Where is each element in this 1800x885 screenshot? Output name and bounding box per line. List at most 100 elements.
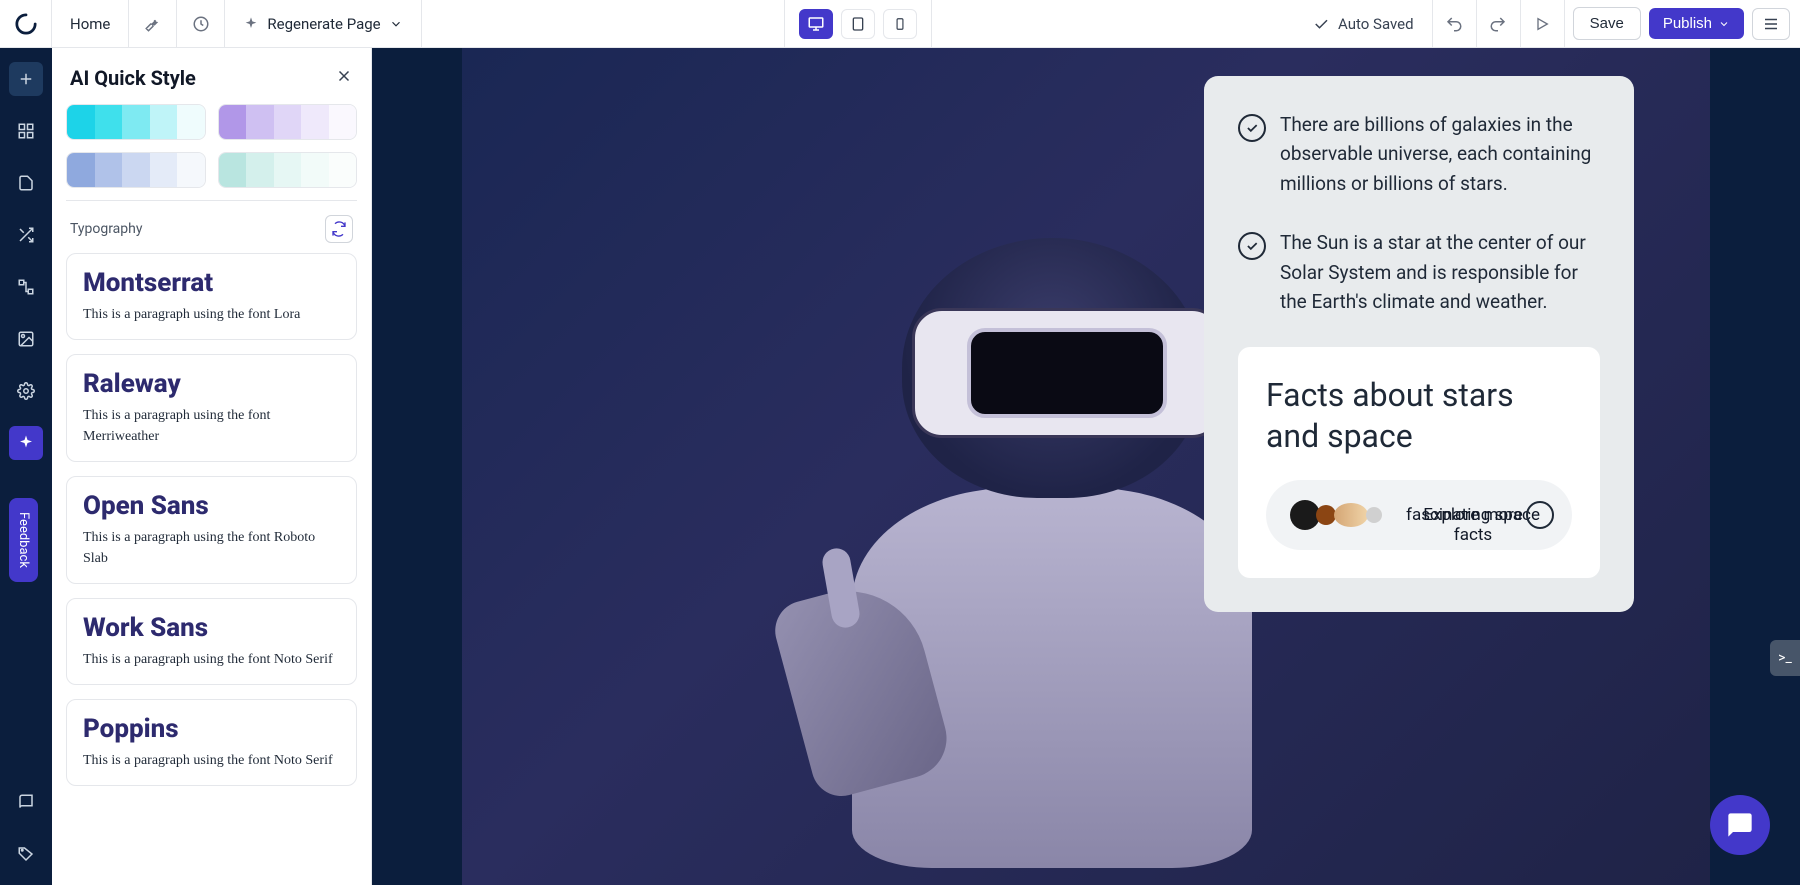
undo-button[interactable] (1433, 0, 1477, 48)
autosaved-indicator: Auto Saved (1294, 0, 1433, 48)
page-icon (17, 174, 35, 192)
chat-button[interactable] (1710, 795, 1770, 855)
left-rail: Feedback (0, 48, 52, 885)
font-sample: This is a paragraph using the font Noto … (83, 750, 340, 771)
media-button[interactable] (9, 322, 43, 356)
code-toggle-button[interactable]: >_ (1770, 640, 1800, 676)
menu-icon (1762, 15, 1780, 33)
ai-style-button[interactable] (9, 426, 43, 460)
font-option[interactable]: Montserrat This is a paragraph using the … (66, 253, 357, 340)
page-canvas[interactable]: There are billions of galaxies in the ob… (462, 48, 1710, 885)
home-button[interactable]: Home (52, 0, 129, 48)
design-button[interactable] (9, 218, 43, 252)
color-palette[interactable] (66, 152, 206, 188)
regenerate-label: Regenerate Page (267, 15, 380, 33)
grid-icon (17, 122, 35, 140)
font-sample: This is a paragraph using the font Robot… (83, 527, 340, 569)
close-icon (335, 67, 353, 85)
pages-button[interactable] (9, 166, 43, 200)
circle-icon (1526, 501, 1554, 529)
refresh-icon (331, 221, 347, 237)
tag-icon (17, 845, 35, 863)
code-icon: >_ (1778, 650, 1792, 666)
color-palette[interactable] (218, 104, 358, 140)
font-name: Montserrat (83, 268, 340, 298)
chat-icon (1726, 811, 1754, 839)
redo-icon (1489, 15, 1507, 33)
wrench-button[interactable] (129, 0, 177, 48)
docs-button[interactable] (9, 785, 43, 819)
color-palette[interactable] (66, 104, 206, 140)
save-button[interactable]: Save (1573, 7, 1641, 40)
app-logo[interactable] (0, 0, 52, 48)
home-label: Home (70, 15, 110, 33)
font-option[interactable]: Open Sans This is a paragraph using the f… (66, 476, 357, 584)
publish-button[interactable]: Publish (1649, 8, 1744, 39)
image-icon (17, 330, 35, 348)
layers-button[interactable] (9, 270, 43, 304)
add-element-button[interactable] (9, 62, 43, 96)
check-icon (1312, 15, 1330, 33)
wrench-icon (144, 15, 162, 33)
tablet-icon (850, 16, 866, 32)
chevron-down-icon (1718, 18, 1730, 30)
regenerate-page-button[interactable]: Regenerate Page (225, 0, 421, 48)
fact-text: The Sun is a star at the center of our S… (1280, 228, 1600, 316)
hero-image (662, 108, 1262, 828)
canvas-area: There are billions of galaxies in the ob… (372, 48, 1800, 885)
shuffle-icon (17, 226, 35, 244)
font-name: Poppins (83, 714, 340, 744)
sparkle-icon (243, 16, 259, 32)
preview-button[interactable] (1521, 0, 1565, 48)
sparkle-icon (17, 434, 35, 452)
inner-card-title: Facts about stars and space (1266, 375, 1572, 458)
color-palette[interactable] (218, 152, 358, 188)
clock-icon (192, 15, 210, 33)
font-name: Raleway (83, 369, 340, 399)
font-name: Work Sans (83, 613, 340, 643)
explore-pill[interactable]: fascinating space facts Explore more (1266, 480, 1572, 550)
main-layout: Feedback AI Quick Style Typography Monts… (0, 48, 1800, 885)
feedback-button[interactable]: Feedback (9, 498, 38, 582)
widgets-button[interactable] (9, 114, 43, 148)
tag-button[interactable] (9, 837, 43, 871)
top-toolbar: Home Regenerate Page Auto Saved Save (0, 0, 1800, 48)
font-sample: This is a paragraph using the font Merri… (83, 405, 340, 447)
font-sample: This is a paragraph using the font Noto … (83, 649, 340, 670)
settings-button[interactable] (9, 374, 43, 408)
font-option[interactable]: Poppins This is a paragraph using the fon… (66, 699, 357, 786)
history-button[interactable] (177, 0, 225, 48)
chevron-down-icon (389, 17, 403, 31)
book-icon (17, 793, 35, 811)
tablet-device-button[interactable] (841, 9, 875, 39)
mobile-icon (893, 17, 907, 31)
fact-item: The Sun is a star at the center of our S… (1238, 228, 1600, 316)
font-sample: This is a paragraph using the font Lora (83, 304, 340, 325)
desktop-device-button[interactable] (799, 9, 833, 39)
redo-button[interactable] (1477, 0, 1521, 48)
refresh-typography-button[interactable] (325, 215, 353, 243)
desktop-icon (807, 15, 825, 33)
tree-icon (17, 278, 35, 296)
hamburger-menu-button[interactable] (1752, 8, 1790, 40)
autosaved-label: Auto Saved (1338, 15, 1414, 33)
font-option[interactable]: Work Sans This is a paragraph using the f… (66, 598, 357, 685)
font-name: Open Sans (83, 491, 340, 521)
font-option[interactable]: Raleway This is a paragraph using the fon… (66, 354, 357, 462)
facts-card[interactable]: There are billions of galaxies in the ob… (1204, 76, 1634, 612)
play-icon (1534, 16, 1550, 32)
undo-icon (1445, 15, 1463, 33)
fact-text: There are billions of galaxies in the ob… (1280, 110, 1600, 198)
panel-title: AI Quick Style (70, 66, 196, 90)
fact-item: There are billions of galaxies in the ob… (1238, 110, 1600, 198)
planets-icon (1290, 500, 1382, 530)
check-circle-icon (1238, 114, 1266, 142)
typography-label: Typography (70, 221, 142, 237)
plus-icon (17, 70, 35, 88)
close-panel-button[interactable] (335, 67, 353, 89)
mobile-device-button[interactable] (883, 9, 917, 39)
inner-card: Facts about stars and space fascinating … (1238, 347, 1600, 578)
gear-icon (17, 382, 35, 400)
check-circle-icon (1238, 232, 1266, 260)
device-preview-group (784, 0, 932, 48)
